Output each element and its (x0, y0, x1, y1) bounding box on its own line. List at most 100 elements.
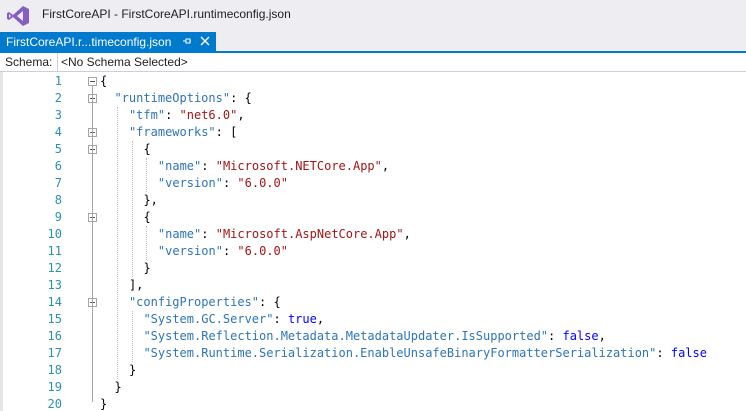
code-token: "configProperties" (128, 295, 259, 309)
code-token: : (273, 312, 288, 326)
code-token: "System.Reflection.Metadata.MetadataUpda… (143, 329, 549, 343)
code-line: 19} (0, 379, 746, 396)
code-token: "tfm" (128, 108, 166, 122)
code-text: "frameworks": [ (129, 124, 237, 141)
schema-label: Schema: (5, 55, 53, 69)
code-token: , (403, 227, 411, 241)
code-token: "version" (157, 244, 223, 258)
indent-guide (146, 158, 148, 192)
indent-guide (146, 226, 148, 260)
line-number: 9 (54, 210, 62, 224)
code-text: "name": "Microsoft.NETCore.App", (158, 158, 389, 175)
code-token: , (316, 312, 325, 326)
code-line: 20} (0, 396, 746, 411)
code-token: , (237, 108, 245, 122)
code-token: } (143, 261, 151, 275)
line-number: 19 (47, 380, 62, 394)
code-token: false (670, 346, 707, 360)
code-token: : (656, 346, 671, 360)
code-line: 4 "frameworks": [ (0, 124, 746, 141)
code-token: : (222, 176, 238, 190)
line-number: 1 (54, 74, 62, 88)
code-text: { (100, 73, 107, 90)
code-line: 6 "name": "Microsoft.NETCore.App", (0, 158, 746, 175)
code-token: "name" (157, 159, 202, 173)
code-token: : { (230, 91, 252, 105)
document-tab-strip: FirstCoreAPI.r...timeconfig.json (0, 32, 746, 53)
code-token: "Microsoft.NETCore.App" (215, 159, 382, 173)
code-editor[interactable]: 1{2 "runtimeOptions": {3 "tfm": "net6.0", 4… (0, 72, 746, 411)
code-line: 1{ (0, 73, 746, 90)
schema-dropdown[interactable]: <No Schema Selected> (57, 53, 746, 71)
code-line: 14 "configProperties": { (0, 294, 746, 311)
code-line: 11 "version": "6.0.0" (0, 243, 746, 260)
code-line: 3 "tfm": "net6.0", (0, 107, 746, 124)
line-number: 14 (47, 295, 62, 309)
code-line: 17 "System.Runtime.Serialization.EnableUn… (0, 345, 746, 362)
code-token: }, (143, 193, 158, 207)
close-icon[interactable] (199, 35, 211, 47)
code-token: : (201, 159, 216, 173)
code-token: "System.Runtime.Serialization.EnableUnsa… (143, 346, 657, 360)
code-token: } (100, 397, 108, 411)
schema-selected-value: <No Schema Selected> (61, 55, 188, 69)
title-bar: FirstCoreAPI - FirstCoreAPI.runtimeconfi… (0, 0, 746, 32)
code-token: : { (259, 295, 281, 309)
code-token: } (128, 363, 137, 377)
code-line: 9{ (0, 209, 746, 226)
code-token: "net6.0" (179, 108, 238, 122)
code-text: "System.Reflection.Metadata.MetadataUpda… (143, 328, 605, 345)
code-token: : [ (215, 125, 238, 139)
line-number: 8 (54, 193, 62, 207)
code-text: "name": "Microsoft.AspNetCore.App", (158, 226, 411, 243)
line-number: 3 (54, 108, 62, 122)
code-token: "System.GC.Server" (143, 312, 274, 326)
code-token: "version" (157, 176, 223, 190)
code-line: 7 "version": "6.0.0" (0, 175, 746, 192)
schema-bar: Schema: <No Schema Selected> (0, 53, 746, 72)
pin-icon[interactable] (181, 35, 193, 47)
code-token: : (222, 244, 238, 258)
code-token: } (114, 380, 122, 394)
code-token: { (100, 74, 108, 88)
code-text: } (129, 362, 136, 379)
code-line: 13], (0, 277, 746, 294)
line-number: 7 (54, 176, 62, 190)
line-number: 15 (47, 312, 62, 326)
code-token: true (287, 312, 317, 326)
code-token: "frameworks" (128, 125, 216, 139)
code-token: : (165, 108, 180, 122)
code-token: : (548, 329, 563, 343)
line-number: 6 (54, 159, 62, 173)
code-line: 16 "System.Reflection.Metadata.MetadataUp… (0, 328, 746, 345)
code-line: 5{ (0, 141, 746, 158)
code-token: { (143, 210, 151, 224)
code-line: 18} (0, 362, 746, 379)
indent-guide (131, 141, 133, 277)
line-number: 4 (54, 125, 62, 139)
code-token: "name" (157, 227, 202, 241)
tab-label: FirstCoreAPI.r...timeconfig.json (6, 35, 172, 49)
line-number: 10 (47, 227, 62, 241)
tab-runtimeconfig-json[interactable]: FirstCoreAPI.r...timeconfig.json (0, 32, 216, 51)
code-text: } (100, 396, 107, 411)
code-token: : (201, 227, 216, 241)
code-text: { (143, 141, 150, 158)
code-line: 15 "System.GC.Server": true, (0, 311, 746, 328)
code-token: ], (128, 278, 144, 292)
code-text: }, (143, 192, 157, 209)
code-line: 2 "runtimeOptions": { (0, 90, 746, 107)
line-number: 17 (47, 346, 62, 360)
code-text: } (114, 379, 121, 396)
code-token: "6.0.0" (237, 244, 288, 258)
line-number: 11 (47, 244, 62, 258)
code-text: "System.GC.Server": true, (143, 311, 324, 328)
code-text: { (143, 209, 150, 226)
code-token: , (381, 159, 390, 173)
line-number: 13 (47, 278, 62, 292)
line-number: 12 (47, 261, 62, 275)
code-text: "version": "6.0.0" (158, 175, 288, 192)
code-text: "runtimeOptions": { (114, 90, 251, 107)
outlining-line (92, 85, 93, 402)
window-title: FirstCoreAPI - FirstCoreAPI.runtimeconfi… (42, 7, 291, 21)
